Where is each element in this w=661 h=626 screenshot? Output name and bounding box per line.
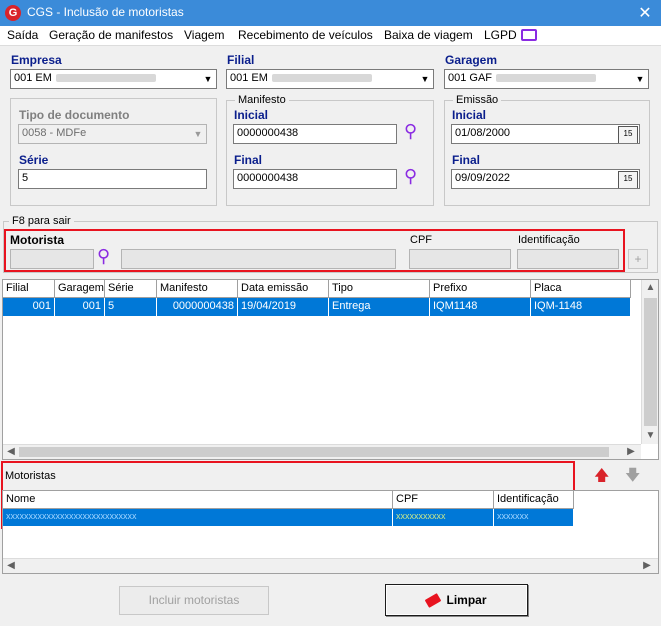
chevron-down-icon: ▼ bbox=[200, 70, 216, 88]
vertical-scrollbar[interactable]: ▲ ▼ bbox=[641, 280, 658, 444]
filial-label: Filial bbox=[227, 53, 255, 67]
cell-tipo: Entrega bbox=[329, 298, 430, 316]
menu-bar: Saída Geração de manifestos Viagem Receb… bbox=[0, 26, 661, 46]
emissao-inicial-input[interactable]: 01/08/2000 15 bbox=[451, 124, 640, 144]
col-header-tipo[interactable]: Tipo bbox=[329, 280, 430, 298]
manifesto-final-label: Final bbox=[234, 153, 263, 167]
menu-item-viagem[interactable]: Viagem bbox=[184, 28, 224, 42]
manifesto-group-title: Manifesto bbox=[235, 94, 289, 106]
motorista-label: Motorista bbox=[10, 233, 64, 247]
horizontal-scrollbar[interactable]: ◀ ▶ bbox=[3, 558, 658, 573]
cell-serie: 5 bbox=[105, 298, 157, 316]
scroll-left-icon[interactable]: ◀ bbox=[5, 560, 17, 571]
identificacao-input[interactable] bbox=[517, 249, 619, 269]
scroll-thumb[interactable] bbox=[19, 447, 609, 457]
cell-cpf: xxxxxxxxxxx bbox=[393, 509, 494, 527]
col-header-identificacao[interactable]: Identificação bbox=[494, 491, 574, 509]
cell-garagem: 001 bbox=[55, 298, 105, 316]
move-up-arrow-icon[interactable]: 🡅 bbox=[594, 465, 609, 490]
monitor-icon[interactable] bbox=[521, 29, 537, 41]
motoristas-title: Motoristas bbox=[5, 470, 56, 482]
calendar-icon[interactable]: 15 bbox=[618, 126, 638, 143]
scroll-right-icon[interactable]: ▶ bbox=[625, 446, 637, 457]
emissao-group-title: Emissão bbox=[453, 94, 502, 106]
garagem-label: Garagem bbox=[445, 53, 498, 67]
scroll-thumb[interactable] bbox=[644, 298, 657, 426]
serie-input[interactable]: 5 bbox=[18, 169, 207, 189]
cell-nome: xxxxxxxxxxxxxxxxxxxxxxxxxxxxx bbox=[3, 509, 393, 527]
incluir-motoristas-button[interactable]: Incluir motoristas bbox=[119, 586, 269, 615]
menu-item-baixa-viagem[interactable]: Baixa de viagem bbox=[384, 28, 473, 42]
scroll-right-icon[interactable]: ▶ bbox=[641, 560, 653, 571]
window-title: CGS - Inclusão de motoristas bbox=[27, 5, 184, 19]
search-icon[interactable]: ⚲ bbox=[97, 246, 110, 267]
motorista-code-input[interactable] bbox=[10, 249, 94, 269]
emissao-inicial-label: Inicial bbox=[452, 108, 487, 122]
app-logo-icon: G bbox=[5, 5, 21, 21]
tipo-documento-select[interactable]: 0058 - MDFe ▼ bbox=[18, 124, 207, 144]
emissao-final-label: Final bbox=[452, 153, 481, 167]
menu-item-saida[interactable]: Saída bbox=[7, 28, 38, 42]
manifesto-final-input[interactable]: 0000000438 bbox=[233, 169, 397, 189]
manifesto-inicial-input[interactable]: 0000000438 bbox=[233, 124, 397, 144]
table-row[interactable]: xxxxxxxxxxxxxxxxxxxxxxxxxxxxx xxxxxxxxxx… bbox=[3, 509, 574, 527]
col-header-filial[interactable]: Filial bbox=[3, 280, 55, 298]
search-icon[interactable]: ⚲ bbox=[404, 121, 417, 142]
empresa-select[interactable]: 001 EM ▼ bbox=[10, 69, 217, 89]
chevron-down-icon: ▼ bbox=[632, 70, 648, 88]
manifesto-inicial-label: Inicial bbox=[234, 108, 269, 122]
cell-manifesto: 0000000438 bbox=[157, 298, 238, 316]
menu-item-geracao-manifestos[interactable]: Geração de manifestos bbox=[49, 28, 173, 42]
scroll-up-icon[interactable]: ▲ bbox=[642, 282, 659, 293]
col-header-manifesto[interactable]: Manifesto bbox=[157, 280, 238, 298]
move-down-arrow-icon[interactable]: 🡇 bbox=[625, 465, 640, 490]
col-header-garagem[interactable]: Garagem bbox=[55, 280, 105, 298]
identificacao-label: Identificação bbox=[518, 234, 580, 246]
emissao-final-input[interactable]: 09/09/2022 15 bbox=[451, 169, 640, 189]
eraser-icon bbox=[425, 593, 442, 609]
add-motorista-button[interactable]: + bbox=[628, 249, 648, 269]
title-bar: G CGS - Inclusão de motoristas ✕ bbox=[0, 0, 661, 26]
cell-placa: IQM-1148 bbox=[531, 298, 631, 316]
filial-select[interactable]: 001 EM ▼ bbox=[226, 69, 434, 89]
f8-hint: F8 para sair bbox=[9, 215, 74, 227]
limpar-label: Limpar bbox=[446, 593, 487, 607]
garagem-select[interactable]: 001 GAF ▼ bbox=[444, 69, 649, 89]
cpf-input[interactable] bbox=[409, 249, 511, 269]
close-icon[interactable]: ✕ bbox=[636, 3, 654, 23]
empresa-label: Empresa bbox=[11, 53, 62, 67]
tipo-documento-label: Tipo de documento bbox=[19, 108, 130, 122]
menu-item-lgpd[interactable]: LGPD bbox=[484, 28, 517, 42]
limpar-button[interactable]: Limpar bbox=[385, 584, 528, 616]
scroll-left-icon[interactable]: ◀ bbox=[5, 446, 17, 457]
horizontal-scrollbar[interactable]: ◀ ▶ bbox=[3, 444, 641, 459]
cell-prefixo: IQM1148 bbox=[430, 298, 531, 316]
scroll-down-icon[interactable]: ▼ bbox=[642, 430, 659, 441]
motoristas-grid: Nome CPF Identificação xxxxxxxxxxxxxxxxx… bbox=[2, 490, 659, 574]
calendar-icon[interactable]: 15 bbox=[618, 171, 638, 188]
col-header-prefixo[interactable]: Prefixo bbox=[430, 280, 531, 298]
cell-identificacao: xxxxxxx bbox=[494, 509, 574, 527]
menu-item-recebimento-veiculos[interactable]: Recebimento de veículos bbox=[238, 28, 373, 42]
serie-label: Série bbox=[19, 153, 49, 167]
col-header-data-emissao[interactable]: Data emissão bbox=[238, 280, 329, 298]
chevron-down-icon: ▼ bbox=[417, 70, 433, 88]
cell-data-emissao: 19/04/2019 bbox=[238, 298, 329, 316]
cell-filial: 001 bbox=[3, 298, 55, 316]
col-header-placa[interactable]: Placa bbox=[531, 280, 631, 298]
manifest-grid: Filial Garagem Série Manifesto Data emis… bbox=[2, 279, 659, 460]
motorista-name-input[interactable] bbox=[121, 249, 396, 269]
cpf-label: CPF bbox=[410, 234, 432, 246]
col-header-cpf[interactable]: CPF bbox=[393, 491, 494, 509]
table-row[interactable]: 001 001 5 0000000438 19/04/2019 Entrega … bbox=[3, 298, 631, 316]
col-header-serie[interactable]: Série bbox=[105, 280, 157, 298]
search-icon[interactable]: ⚲ bbox=[404, 166, 417, 187]
chevron-down-icon: ▼ bbox=[190, 125, 206, 143]
col-header-nome[interactable]: Nome bbox=[3, 491, 393, 509]
